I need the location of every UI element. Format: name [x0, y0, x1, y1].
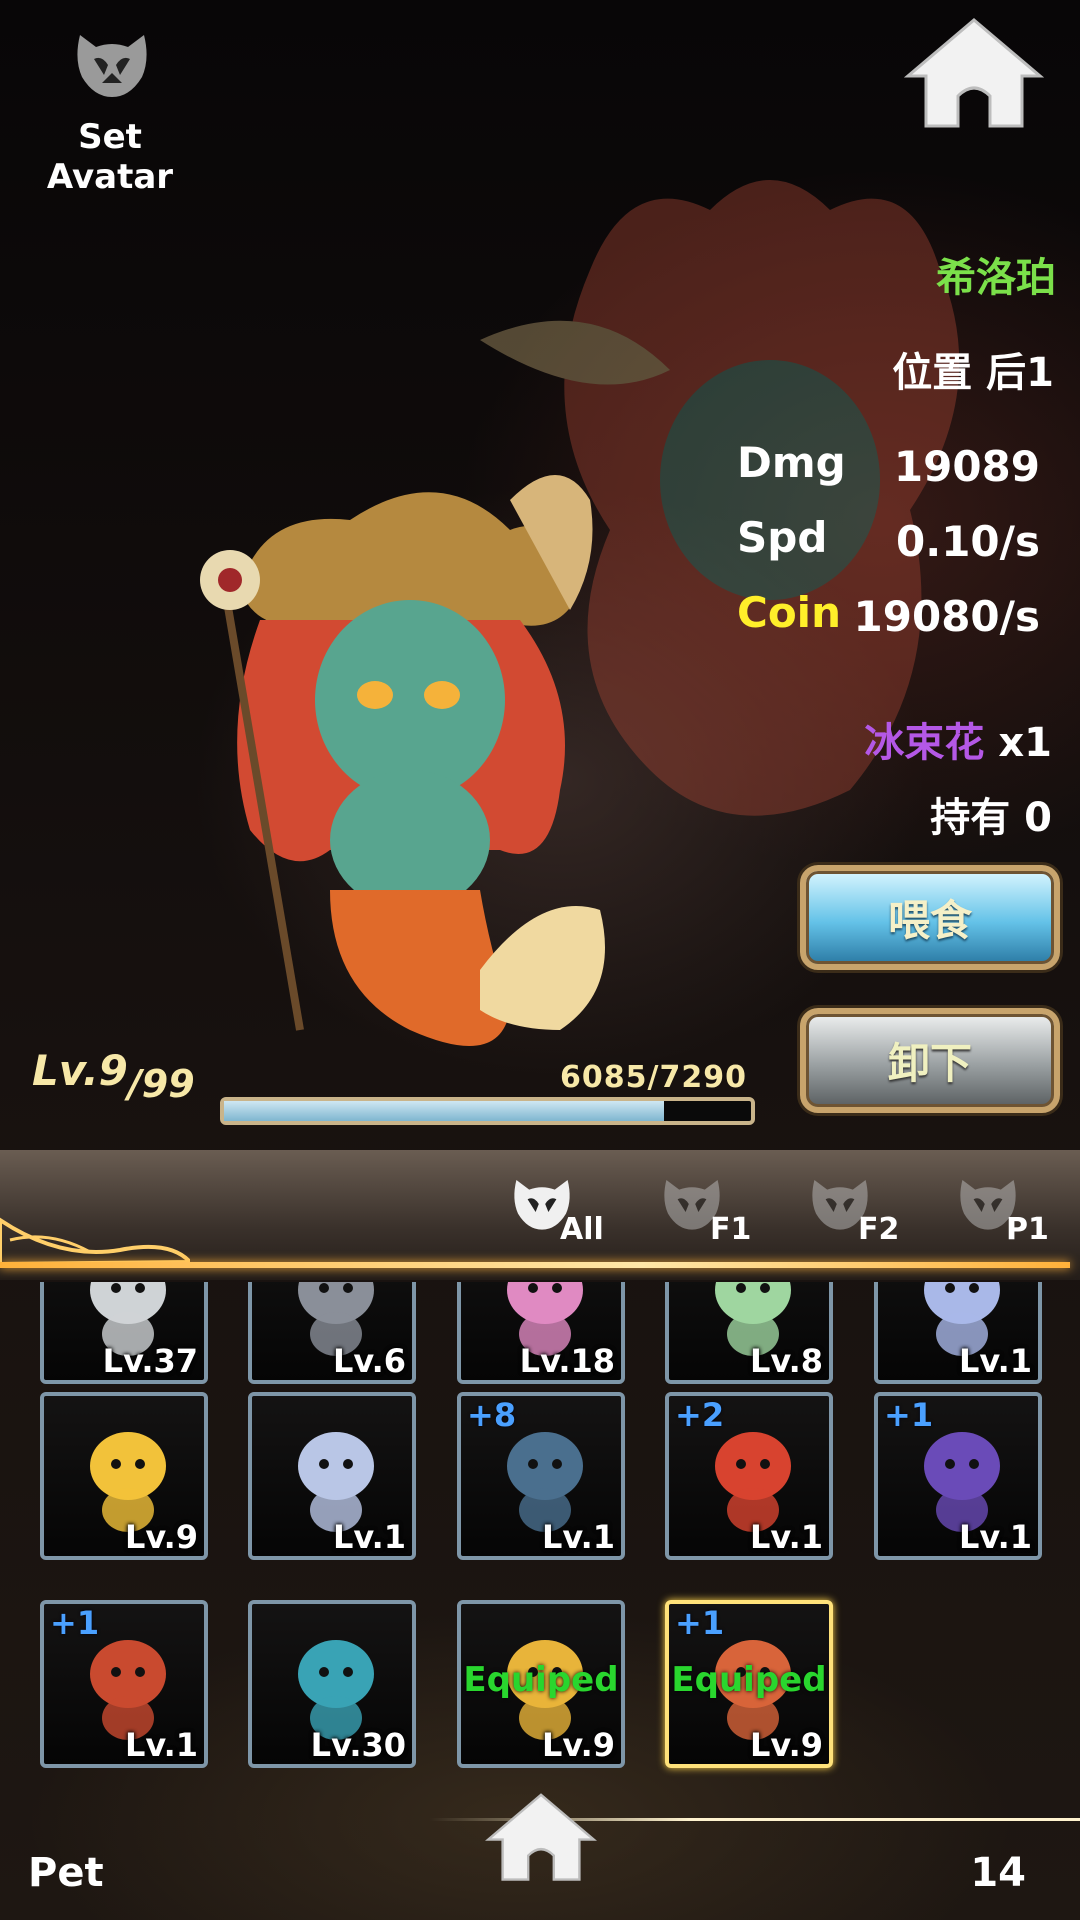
stat-value: 0.10/s [896, 517, 1040, 566]
stat-value: 19089 [893, 442, 1040, 491]
level-value: Lv.9 [32, 1046, 128, 1095]
home-icon[interactable] [485, 1790, 597, 1886]
pet-slot-level: Lv.30 [310, 1726, 406, 1764]
pet-slot[interactable]: Lv.9 [40, 1392, 208, 1560]
pet-slot-level: Lv.1 [541, 1518, 615, 1556]
exp-bar-fill [224, 1101, 665, 1121]
set-avatar-label: Set Avatar [46, 117, 174, 197]
pet-slot[interactable]: +1 Equiped Lv.9 [665, 1600, 833, 1768]
pet-slot[interactable]: +2 Lv.1 [665, 1392, 833, 1560]
pet-slot-level: Lv.6 [332, 1342, 406, 1380]
enhance-badge: +1 [675, 1604, 725, 1642]
feed-button[interactable]: 喂食 [800, 865, 1060, 970]
feed-item-qty: x1 [998, 720, 1052, 766]
pet-slot-level: Lv.1 [958, 1518, 1032, 1556]
pet-slot[interactable]: Lv.6 [248, 1282, 416, 1384]
stat-speed: Spd 0.10/s [737, 513, 1052, 573]
ornament-swirl [0, 1217, 190, 1267]
pet-slot-level: Lv.1 [124, 1726, 198, 1764]
set-avatar-button[interactable]: Set Avatar [20, 25, 200, 197]
pet-slot[interactable]: +8 Lv.1 [457, 1392, 625, 1560]
pet-count: 14 [970, 1850, 1026, 1896]
feed-item: 冰束花 x1 [864, 710, 1052, 768]
pet-slot-level: Lv.9 [124, 1518, 198, 1556]
mask-icon [77, 35, 147, 97]
pet-slot[interactable]: Lv.8 [665, 1282, 833, 1384]
pet-slot[interactable]: Lv.18 [457, 1282, 625, 1384]
pet-slot[interactable]: +1 Lv.1 [40, 1600, 208, 1768]
unequip-button[interactable]: 卸下 [800, 1008, 1060, 1113]
level-max: /99 [127, 1062, 195, 1106]
pet-slot-level: Lv.1 [749, 1518, 823, 1556]
equipped-label: Equiped [463, 1660, 619, 1700]
pet-slot-level: Lv.9 [541, 1726, 615, 1764]
pet-position: 位置 后1 [892, 350, 1054, 396]
pet-name: 希洛珀 [936, 255, 1056, 301]
tab-underline [0, 1262, 1070, 1268]
home-icon[interactable] [904, 18, 1044, 130]
pet-slot[interactable]: Equiped Lv.9 [457, 1600, 625, 1768]
pet-slot-level: Lv.18 [519, 1342, 615, 1380]
tab-p1[interactable]: P1 [956, 1172, 1076, 1252]
tab-label: P1 [1006, 1212, 1049, 1247]
feed-item-name: 冰束花 [864, 720, 985, 766]
stat-value: 19080/s [853, 592, 1040, 641]
tab-label: F1 [710, 1212, 752, 1247]
tab-all[interactable]: All [510, 1172, 630, 1252]
pet-slot[interactable]: Lv.30 [248, 1600, 416, 1768]
pet-slot-level: Lv.9 [749, 1726, 823, 1764]
pet-slot[interactable]: Lv.37 [40, 1282, 208, 1384]
tab-label: All [560, 1212, 604, 1247]
exp-text: 6085/7290 [560, 1060, 747, 1095]
pet-slot[interactable]: Lv.1 [874, 1282, 1042, 1384]
tab-label: F2 [858, 1212, 900, 1247]
enhance-badge: +2 [675, 1396, 725, 1434]
pet-portrait [200, 475, 605, 1046]
stat-damage: Dmg 19089 [737, 438, 1052, 498]
pet-slot-level: Lv.37 [102, 1342, 198, 1380]
pet-grid: Lv.37 Lv.6 Lv.18 Lv.8 Lv.1 Lv.9 Lv.1 +8 Lv.1 +2 Lv… [0, 1282, 1080, 1782]
pet-slot-level: Lv.1 [332, 1518, 406, 1556]
enhance-badge: +8 [467, 1396, 517, 1434]
page-title: Pet [28, 1850, 104, 1896]
tab-f1[interactable]: F1 [660, 1172, 780, 1252]
pet-level: Lv.9/99 [32, 1046, 195, 1106]
stat-coin: Coin 19080/s [737, 588, 1052, 648]
pet-slot[interactable]: Lv.1 [248, 1392, 416, 1560]
exp-bar [220, 1097, 755, 1125]
stat-label: Dmg [737, 438, 846, 487]
stat-label: Coin [737, 588, 841, 637]
equipped-label: Equiped [671, 1660, 827, 1700]
enhance-badge: +1 [50, 1604, 100, 1642]
tab-f2[interactable]: F2 [808, 1172, 928, 1252]
pet-slot-level: Lv.1 [958, 1342, 1032, 1380]
stat-label: Spd [737, 513, 828, 562]
pet-slot-level: Lv.8 [749, 1342, 823, 1380]
pet-slot[interactable]: +1 Lv.1 [874, 1392, 1042, 1560]
enhance-badge: +1 [884, 1396, 934, 1434]
held-count: 持有 0 [930, 795, 1052, 841]
